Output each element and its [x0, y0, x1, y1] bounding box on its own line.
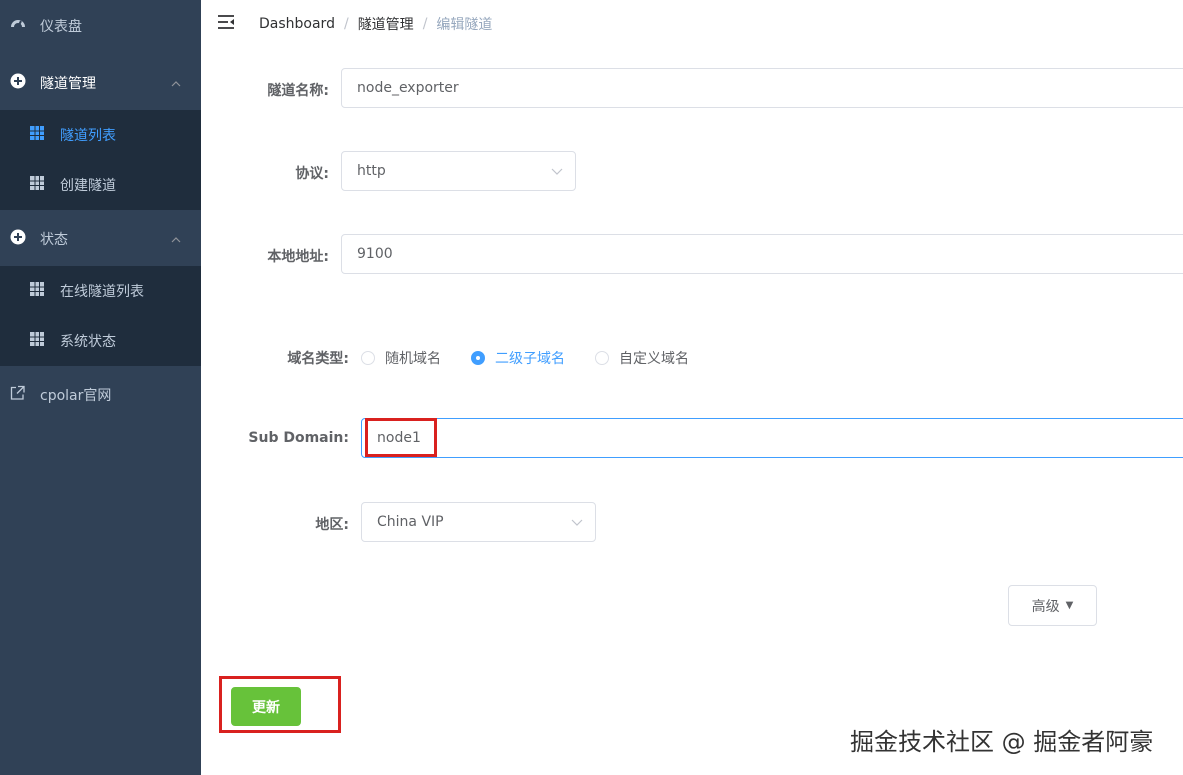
submenu-tunnel: 隧道列表 创建隧道 [0, 110, 201, 210]
sidebar-item-cpolar[interactable]: cpolar官网 [0, 369, 201, 421]
table-icon [30, 332, 44, 350]
tunnel-name-input[interactable] [342, 69, 1183, 107]
sidebar-item-label: cpolar官网 [40, 388, 112, 404]
region-label: 地区: [315, 517, 349, 533]
breadcrumb-item-tunnel-management[interactable]: 隧道管理 [358, 14, 414, 34]
tunnel-name-label: 隧道名称: [267, 83, 329, 99]
sidebar: 仪表盘 隧道管理 隧道列表 创建隧道 状态 在线隧道列表 系统状态 cpolar… [0, 0, 201, 775]
sidebar-item-label: 状态 [40, 232, 68, 248]
radio-custom-domain[interactable]: 自定义域名 [595, 348, 689, 368]
sidebar-item-label: 系统状态 [60, 334, 116, 350]
sidebar-item-label: 在线隧道列表 [60, 284, 144, 300]
protocol-select[interactable] [341, 151, 576, 191]
breadcrumb: Dashboard / 隧道管理 / 编辑隧道 [259, 14, 492, 34]
advanced-button[interactable]: 高级 ▼ [1008, 585, 1097, 626]
region-select[interactable] [361, 502, 596, 542]
table-icon [30, 126, 44, 144]
update-button[interactable]: 更新 [231, 687, 301, 726]
watermark: 掘金技术社区 @ 掘金者阿豪 [850, 728, 1154, 756]
sidebar-item-label: 创建隧道 [60, 178, 116, 194]
submenu-status: 在线隧道列表 系统状态 [0, 266, 201, 366]
tunnel-name-field[interactable] [341, 68, 1183, 108]
radio-subdomain[interactable]: 二级子域名 [471, 348, 565, 368]
sidebar-item-tunnel-management[interactable]: 隧道管理 [0, 57, 201, 109]
speedometer-icon [10, 16, 26, 36]
breadcrumb-separator: / [343, 16, 349, 32]
local-address-input[interactable] [342, 235, 1183, 273]
local-address-label: 本地地址: [267, 249, 329, 265]
topbar: Dashboard / 隧道管理 / 编辑隧道 [201, 0, 1183, 46]
local-address-field[interactable] [341, 234, 1183, 274]
external-link-icon [10, 385, 25, 405]
radio-label: 随机域名 [385, 351, 441, 367]
circle-plus-icon [10, 229, 26, 249]
sidebar-item-label: 隧道管理 [40, 76, 96, 92]
circle-plus-icon [10, 73, 26, 93]
breadcrumb-item-dashboard[interactable]: Dashboard [259, 16, 335, 32]
advanced-button-label: 高级 [1031, 598, 1060, 615]
breadcrumb-separator: / [422, 16, 428, 32]
sidebar-item-status[interactable]: 状态 [0, 213, 201, 265]
sidebar-item-online-tunnels[interactable]: 在线隧道列表 [0, 266, 201, 316]
radio-random-domain[interactable]: 随机域名 [361, 348, 441, 368]
radio-label: 自定义域名 [619, 351, 689, 367]
chevron-down-icon [551, 163, 563, 179]
protocol-select-value[interactable] [342, 152, 575, 190]
chevron-up-icon [171, 76, 181, 90]
hamburger-icon[interactable] [217, 14, 235, 34]
sub-domain-label: Sub Domain: [248, 430, 349, 446]
protocol-label: 协议: [295, 166, 329, 182]
sidebar-item-system-status[interactable]: 系统状态 [0, 316, 201, 366]
chevron-up-icon [171, 232, 181, 246]
caret-down-icon: ▼ [1065, 600, 1074, 611]
radio-circle[interactable] [361, 351, 375, 365]
table-icon [30, 176, 44, 194]
sidebar-item-label: 仪表盘 [40, 19, 82, 35]
sidebar-item-label: 隧道列表 [60, 128, 116, 144]
domain-type-label: 域名类型: [287, 351, 349, 367]
sidebar-item-create-tunnel[interactable]: 创建隧道 [0, 160, 201, 210]
sub-domain-field[interactable] [361, 418, 1183, 458]
region-select-value[interactable] [362, 503, 595, 541]
radio-label: 二级子域名 [495, 351, 565, 367]
sidebar-item-dashboard[interactable]: 仪表盘 [0, 0, 201, 52]
breadcrumb-item-edit-tunnel: 编辑隧道 [436, 17, 493, 33]
chevron-down-icon [571, 514, 583, 530]
table-icon [30, 282, 44, 300]
sub-domain-input[interactable] [362, 419, 1183, 457]
sidebar-item-tunnel-list[interactable]: 隧道列表 [0, 110, 201, 160]
radio-circle[interactable] [595, 351, 609, 365]
radio-circle[interactable] [471, 351, 485, 365]
